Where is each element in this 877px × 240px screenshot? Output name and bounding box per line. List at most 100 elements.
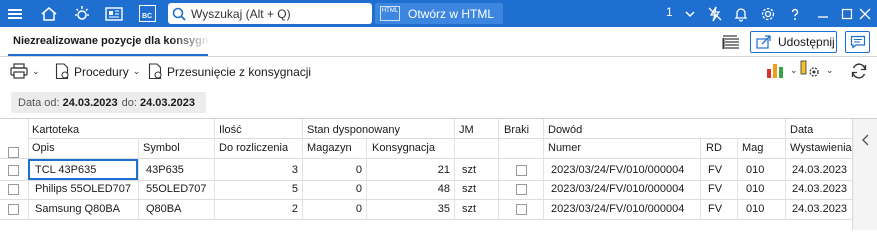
gear-icon	[800, 60, 819, 77]
cell-symbol[interactable]: 55OLED707	[146, 183, 207, 195]
col-rd[interactable]: RD	[706, 142, 722, 154]
braki-checkbox[interactable]	[516, 165, 527, 176]
date-from-value: 24.03.2023	[62, 96, 118, 109]
chat-button[interactable]	[845, 31, 870, 53]
cell-do-rozliczenia[interactable]: 5	[214, 183, 298, 195]
cell-magazyn[interactable]: 0	[302, 183, 362, 195]
procedures-button[interactable]: Procedury ⌄	[55, 63, 140, 80]
side-panel-collapsed[interactable]	[852, 119, 877, 230]
divider	[0, 199, 852, 200]
col-separator	[498, 119, 499, 220]
row-checkbox[interactable]	[8, 184, 19, 195]
printer-icon	[10, 63, 28, 79]
shift-label: Przesunięcie z konsygnacji	[167, 64, 312, 79]
chevron-down-icon[interactable]	[677, 2, 703, 25]
col-group-kartoteka[interactable]: Kartoteka	[32, 124, 79, 136]
cell-jm[interactable]: szt	[462, 164, 476, 176]
share-button[interactable]: Udostępnij	[750, 31, 837, 53]
refresh-button[interactable]	[850, 62, 868, 80]
col-group-ilosc[interactable]: Ilość	[219, 124, 242, 136]
chart-button[interactable]: ⌄	[766, 61, 798, 79]
date-from-label: Data od:	[18, 96, 60, 109]
cell-do-rozliczenia[interactable]: 3	[214, 164, 298, 176]
cell-rd[interactable]: FV	[708, 164, 722, 176]
cell-opis[interactable]: Samsung Q80BA	[35, 203, 120, 215]
menu-icon[interactable]	[2, 2, 28, 25]
counter-value: 1	[666, 5, 673, 19]
col-numer[interactable]: Numer	[548, 142, 581, 154]
search-input[interactable]: Wyszukaj (Alt + Q)	[168, 3, 372, 24]
cell-konsygnacja[interactable]: 21	[366, 164, 450, 176]
col-mag[interactable]: Mag	[742, 142, 763, 154]
col-symbol[interactable]: Symbol	[143, 142, 180, 154]
cell-mag[interactable]: 010	[746, 203, 764, 215]
cell-jm[interactable]: szt	[462, 203, 476, 215]
document-gear-icon	[55, 63, 69, 80]
cell-wystawienia[interactable]: 24.03.2023	[792, 183, 847, 195]
date-to-label: do:	[121, 96, 137, 109]
cell-magazyn[interactable]: 0	[302, 203, 362, 215]
col-do-rozliczenia[interactable]: Do rozliczenia	[219, 142, 288, 154]
home-icon[interactable]	[36, 2, 62, 25]
search-placeholder: Wyszukaj (Alt + Q)	[191, 6, 291, 21]
refresh-icon	[851, 63, 867, 79]
cell-konsygnacja[interactable]: 48	[366, 183, 450, 195]
col-opis[interactable]: Opis	[32, 142, 55, 154]
list-view-icon[interactable]	[722, 34, 740, 53]
cell-numer[interactable]: 2023/03/24/FV/010/000004	[551, 164, 684, 176]
open-in-html-button[interactable]: HTML Otwórz w HTML	[375, 3, 503, 24]
col-braki[interactable]: Braki	[504, 124, 529, 136]
cell-wystawienia[interactable]: 24.03.2023	[792, 203, 847, 215]
braki-checkbox[interactable]	[516, 204, 527, 215]
cell-mag[interactable]: 010	[746, 183, 764, 195]
row-checkbox[interactable]	[8, 165, 19, 176]
cell-symbol[interactable]: 43P635	[146, 164, 184, 176]
chevron-left-icon[interactable]	[861, 134, 871, 146]
cell-opis[interactable]: TCL 43P635	[35, 164, 96, 176]
cell-numer[interactable]: 2023/03/24/FV/010/000004	[551, 183, 684, 195]
cell-opis[interactable]: Philips 55OLED707	[35, 183, 131, 195]
col-magazyn[interactable]: Magazyn	[307, 142, 352, 154]
col-jm[interactable]: JM	[459, 124, 474, 136]
shift-from-consignment-button[interactable]: Przesunięcie z konsygnacji	[148, 63, 311, 80]
col-group-dowod[interactable]: Dowód	[548, 124, 582, 136]
cell-symbol[interactable]: Q80BA	[146, 203, 181, 215]
bc-badge: BC	[138, 5, 156, 22]
braki-checkbox[interactable]	[516, 184, 527, 195]
cell-numer[interactable]: 2023/03/24/FV/010/000004	[551, 203, 684, 215]
sun-icon[interactable]	[69, 2, 95, 25]
cell-do-rozliczenia[interactable]: 2	[214, 203, 298, 215]
data-grid: Kartoteka Ilość Stan dysponowany JM Brak…	[0, 118, 877, 230]
col-separator	[454, 119, 455, 220]
col-group-stan[interactable]: Stan dysponowany	[307, 124, 400, 136]
cell-rd[interactable]: FV	[708, 203, 722, 215]
select-all-checkbox[interactable]	[8, 147, 19, 158]
col-konsygnacja[interactable]: Konsygnacja	[372, 142, 435, 154]
date-filter[interactable]: Data od: 24.03.2023 do: 24.03.2023	[11, 92, 207, 113]
cell-konsygnacja[interactable]: 35	[366, 203, 450, 215]
cell-magazyn[interactable]: 0	[302, 164, 362, 176]
row-checkbox[interactable]	[8, 204, 19, 215]
minimize-icon[interactable]	[810, 2, 836, 25]
cell-jm[interactable]: szt	[462, 183, 476, 195]
news-icon[interactable]	[101, 2, 127, 25]
cell-wystawienia[interactable]: 24.03.2023	[792, 164, 847, 176]
toolbar: ⌄ Procedury ⌄ Przesunięcie z konsygnacji…	[0, 57, 877, 85]
lightning-off-icon[interactable]	[702, 2, 728, 25]
chat-icon	[850, 35, 865, 49]
chevron-down-icon: ⌄	[826, 64, 834, 75]
procedures-label: Procedury	[74, 64, 129, 79]
help-icon[interactable]	[782, 2, 808, 25]
settings-icon[interactable]	[755, 2, 781, 25]
settings-button[interactable]: ⌄	[800, 60, 834, 80]
cell-mag[interactable]: 010	[746, 164, 764, 176]
bc-icon[interactable]: BC	[134, 2, 160, 25]
cell-rd[interactable]: FV	[708, 183, 722, 195]
html-badge-text: HTML	[381, 8, 399, 14]
tab-row: Niezrealizowane pozycje dla konsygnacji …	[0, 27, 877, 57]
print-button[interactable]: ⌄	[10, 63, 40, 79]
close-icon[interactable]	[852, 2, 877, 25]
bell-icon[interactable]	[728, 2, 754, 25]
col-group-data[interactable]: Data	[790, 124, 813, 136]
col-wystawienia[interactable]: Wystawienia	[790, 142, 852, 154]
